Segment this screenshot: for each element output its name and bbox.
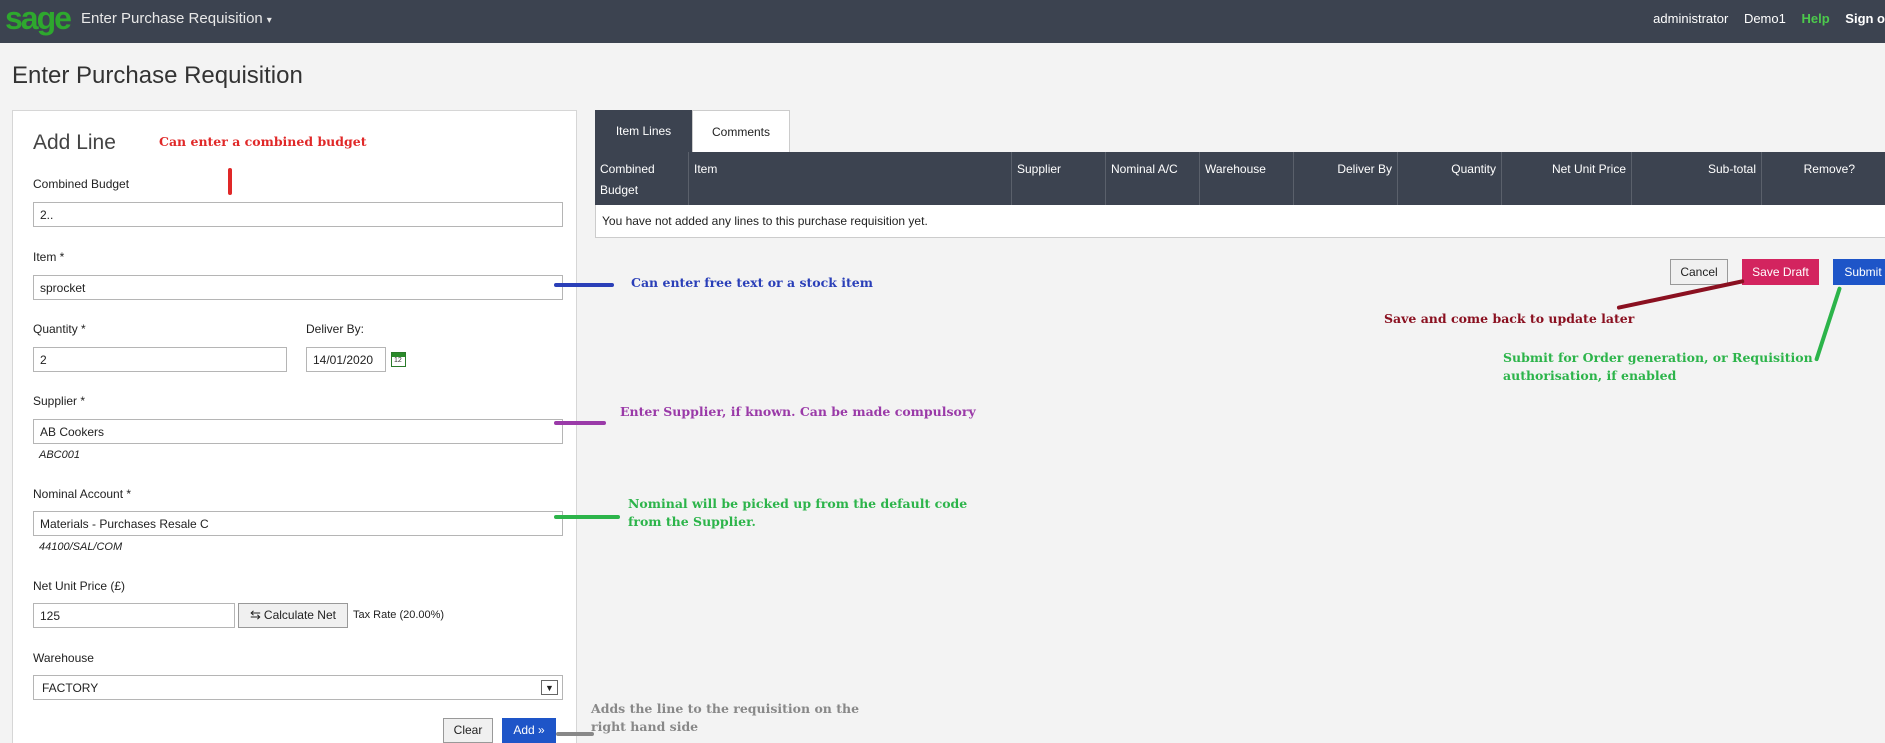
save-draft-button[interactable]: Save Draft bbox=[1742, 259, 1819, 285]
col-remove: Remove? bbox=[1761, 152, 1885, 205]
nominal-code: 44100/SAL/COM bbox=[39, 541, 123, 553]
calculate-net-button[interactable]: ⇆ Calculate Net bbox=[238, 603, 348, 628]
annotation-nominal-line-1: Nominal will be picked up from the defau… bbox=[628, 496, 968, 511]
deliver-by-label: Deliver By: bbox=[306, 322, 365, 336]
combined-budget-label: Combined Budget bbox=[33, 177, 130, 191]
add-button[interactable]: Add » bbox=[502, 718, 556, 743]
col-net-unit-price: Net Unit Price bbox=[1501, 152, 1631, 205]
quantity-label: Quantity * bbox=[33, 322, 86, 336]
sage-logo[interactable]: sage bbox=[5, 1, 72, 35]
annotation-add: Adds the line to the requisition on the … bbox=[591, 700, 859, 736]
annotation-save-draft: Save and come back to update later bbox=[1384, 311, 1635, 326]
quantity-input[interactable] bbox=[33, 347, 287, 372]
col-quantity: Quantity bbox=[1397, 152, 1501, 205]
company-name[interactable]: Demo1 bbox=[1744, 11, 1786, 26]
col-deliver-by: Deliver By bbox=[1293, 152, 1397, 205]
deliver-by-input[interactable] bbox=[306, 347, 386, 372]
annotation-combined-budget: Can enter a combined budget bbox=[159, 134, 367, 149]
annotation-line-green bbox=[554, 515, 620, 519]
col-item: Item bbox=[688, 152, 1011, 205]
net-unit-price-input[interactable] bbox=[33, 603, 235, 628]
annotation-submit-line-2: authorisation, if enabled bbox=[1503, 368, 1677, 383]
calendar-icon[interactable] bbox=[391, 352, 406, 367]
tax-rate-label: Tax Rate (20.00%) bbox=[353, 609, 445, 621]
add-line-title: Add Line bbox=[33, 131, 116, 154]
app-title: Enter Purchase Requisition bbox=[81, 10, 263, 27]
swap-icon: ⇆ bbox=[250, 607, 261, 622]
nominal-label: Nominal Account * bbox=[33, 487, 132, 501]
warehouse-label: Warehouse bbox=[33, 651, 94, 665]
grid-empty-message: You have not added any lines to this pur… bbox=[595, 205, 1885, 238]
tab-comments[interactable]: Comments bbox=[692, 110, 790, 153]
annotation-nominal-line-2: from the Supplier. bbox=[628, 514, 756, 529]
app-menu[interactable]: Enter Purchase Requisition ▾ bbox=[81, 10, 272, 27]
supplier-label: Supplier * bbox=[33, 394, 86, 408]
chevron-down-icon: ▾ bbox=[266, 15, 272, 26]
clear-button[interactable]: Clear bbox=[443, 718, 493, 743]
annotation-nominal: Nominal will be picked up from the defau… bbox=[628, 495, 967, 531]
annotation-line-blue bbox=[554, 283, 614, 287]
supplier-input[interactable] bbox=[33, 419, 563, 444]
top-bar: sage Enter Purchase Requisition ▾ adminis… bbox=[0, 0, 1885, 43]
net-unit-price-label: Net Unit Price (£) bbox=[33, 579, 126, 593]
warehouse-select[interactable]: FACTORY ▼ bbox=[33, 675, 563, 700]
annotation-supplier: Enter Supplier, if known. Can be made co… bbox=[620, 404, 976, 419]
supplier-code: ABC001 bbox=[39, 449, 80, 461]
nominal-input[interactable] bbox=[33, 511, 563, 536]
annotation-submit-line-1: Submit for Order generation, or Requisit… bbox=[1503, 350, 1813, 365]
col-combined-budget: Combined Budget bbox=[600, 162, 655, 197]
col-warehouse: Warehouse bbox=[1199, 152, 1293, 205]
annotation-add-line-2: right hand side bbox=[591, 719, 699, 734]
tab-item-lines[interactable]: Item Lines bbox=[595, 110, 692, 153]
user-menu: administrator Demo1 Help Sign o bbox=[1653, 11, 1885, 26]
item-input[interactable] bbox=[33, 275, 563, 300]
annotation-item: Can enter free text or a stock item bbox=[631, 275, 873, 290]
item-label: Item * bbox=[33, 250, 65, 264]
annotation-line-green-submit bbox=[1814, 286, 1843, 362]
annotation-line-red bbox=[228, 168, 232, 195]
user-name[interactable]: administrator bbox=[1653, 11, 1728, 26]
col-supplier: Supplier bbox=[1011, 152, 1105, 205]
page-title: Enter Purchase Requisition bbox=[12, 62, 303, 89]
col-nominal: Nominal A/C bbox=[1105, 152, 1199, 205]
warehouse-value: FACTORY bbox=[42, 681, 99, 695]
cancel-button[interactable]: Cancel bbox=[1670, 259, 1728, 285]
combined-budget-input[interactable] bbox=[33, 202, 563, 227]
annotation-line-purple bbox=[554, 421, 606, 425]
annotation-line-grey bbox=[556, 732, 594, 736]
annotation-add-line-1: Adds the line to the requisition on the bbox=[591, 701, 860, 716]
grid-header: Combined Budget Item Supplier Nominal A/… bbox=[595, 152, 1885, 205]
calculate-net-label: Calculate Net bbox=[263, 608, 336, 622]
add-line-panel: Add Line Combined Budget Item * Quantity… bbox=[12, 110, 577, 743]
chevron-down-icon[interactable]: ▼ bbox=[541, 680, 558, 695]
signout-link[interactable]: Sign o bbox=[1845, 11, 1885, 26]
help-link[interactable]: Help bbox=[1801, 11, 1829, 26]
annotation-submit: Submit for Order generation, or Requisit… bbox=[1503, 349, 1813, 385]
submit-button[interactable]: Submit bbox=[1833, 259, 1885, 285]
col-sub-total: Sub-total bbox=[1631, 152, 1761, 205]
